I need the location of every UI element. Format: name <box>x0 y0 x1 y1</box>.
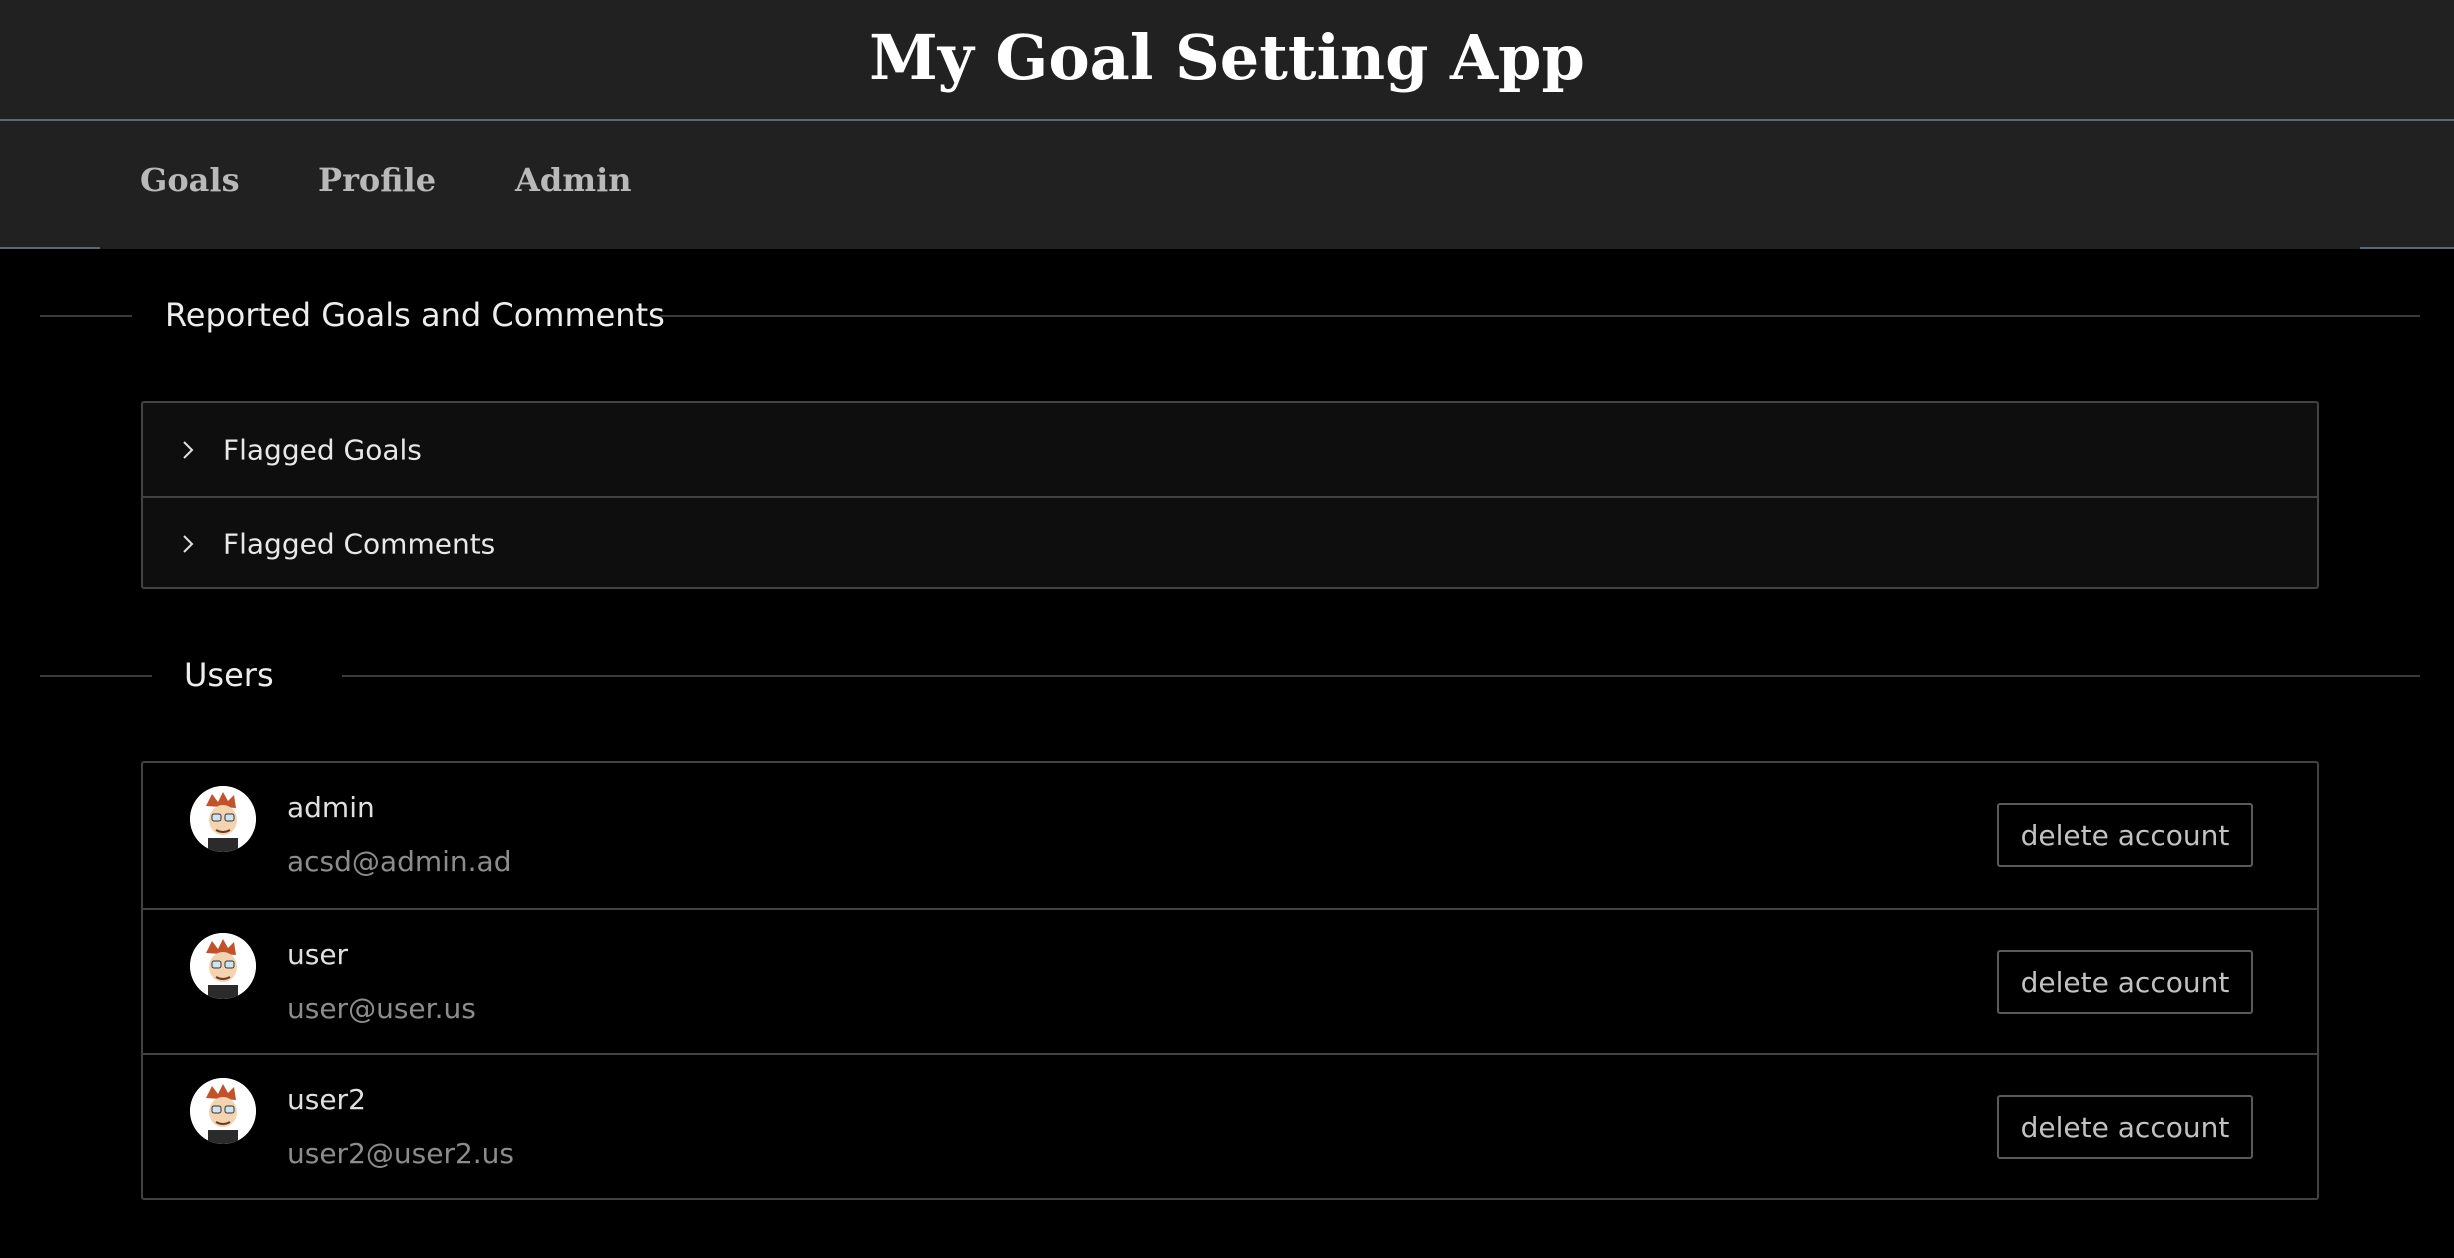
user-row: user user@user.us delete account <box>143 908 2317 1053</box>
user-row: user2 user2@user2.us delete account <box>143 1053 2317 1198</box>
user-name: admin <box>287 791 375 824</box>
nav-item-profile[interactable]: Profile <box>318 161 436 199</box>
flagged-goals-label: Flagged Goals <box>223 433 422 466</box>
user-email: user@user.us <box>287 992 476 1025</box>
user-email: user2@user2.us <box>287 1137 515 1170</box>
app-title: My Goal Setting App <box>869 21 1585 94</box>
users-section-divider: Users <box>40 645 2420 705</box>
reported-section-heading: Reported Goals and Comments <box>165 296 665 334</box>
flagged-goals-panel[interactable]: Flagged Goals <box>143 403 2317 496</box>
nav-item-goals[interactable]: Goals <box>140 161 240 199</box>
reported-section-divider: Reported Goals and Comments <box>40 285 2420 345</box>
chevron-right-icon <box>183 440 194 459</box>
avatar <box>190 1078 256 1144</box>
flagged-collapse-panel: Flagged Goals Flagged Comments <box>141 401 2319 589</box>
avatar <box>190 933 256 999</box>
flagged-comments-label: Flagged Comments <box>223 527 496 560</box>
app-header: My Goal Setting App <box>0 0 2454 121</box>
users-section-heading: Users <box>184 656 274 694</box>
avatar <box>190 786 256 852</box>
users-list: admin acsd@admin.ad delete account user … <box>141 761 2319 1200</box>
cartoon-avatar-icon <box>190 1078 256 1144</box>
cartoon-avatar-icon <box>190 933 256 999</box>
nav-item-admin[interactable]: Admin <box>515 161 631 199</box>
user-name: user <box>287 938 349 971</box>
delete-account-button[interactable]: delete account <box>1997 1095 2253 1159</box>
nav-divider-left <box>0 247 100 249</box>
cartoon-avatar-icon <box>190 786 256 852</box>
delete-account-button[interactable]: delete account <box>1997 950 2253 1014</box>
delete-account-button[interactable]: delete account <box>1997 803 2253 867</box>
chevron-right-icon <box>183 534 194 553</box>
user-name: user2 <box>287 1083 366 1116</box>
user-email: acsd@admin.ad <box>287 845 512 878</box>
nav-divider-right <box>2360 247 2454 249</box>
main-nav: Goals Profile Admin <box>0 121 2454 249</box>
user-row: admin acsd@admin.ad delete account <box>143 763 2317 908</box>
flagged-comments-panel[interactable]: Flagged Comments <box>143 496 2317 589</box>
